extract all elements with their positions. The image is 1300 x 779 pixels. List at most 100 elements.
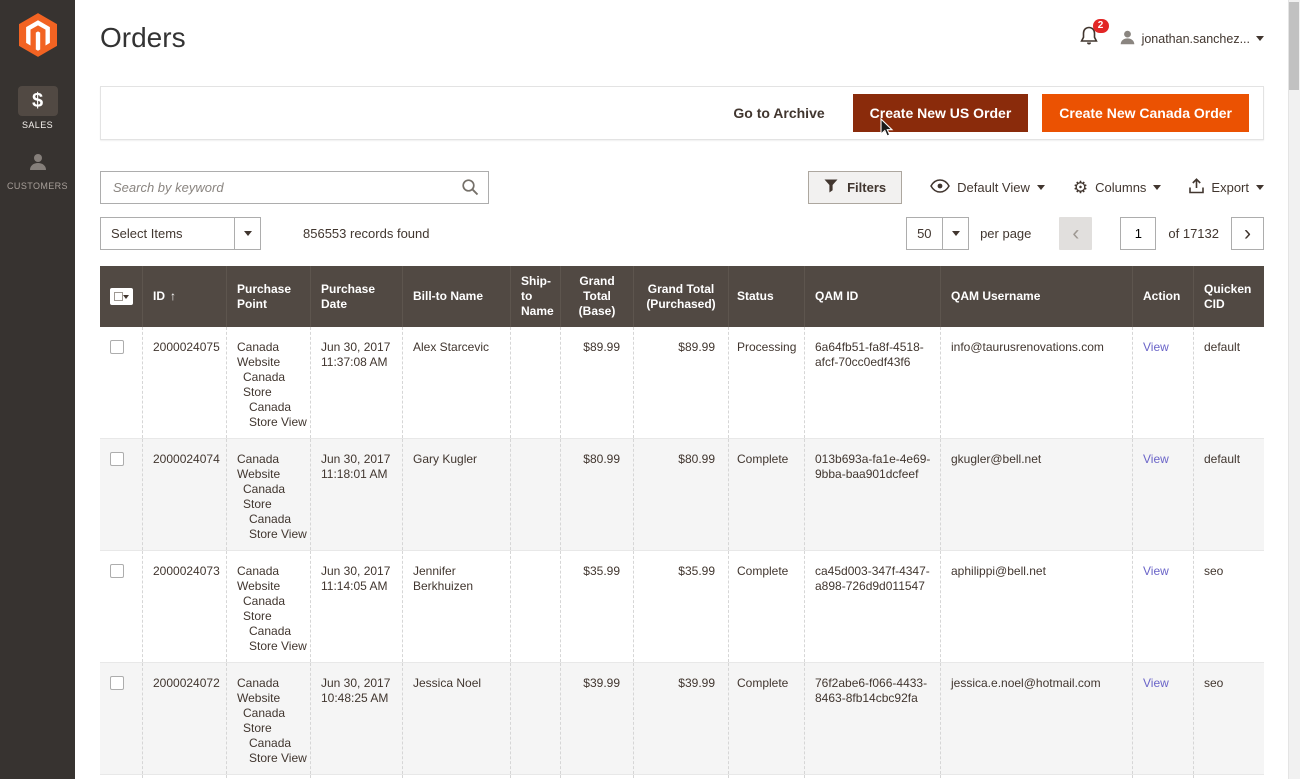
column-header-qam-username[interactable]: QAM Username	[940, 266, 1132, 327]
quicken-cid: seo	[1193, 551, 1260, 662]
bill-to-name: Brandon Ellis-	[402, 775, 510, 779]
pagination: 50 per page ‹ of 17132 ›	[906, 217, 1264, 250]
purchase-point-line: Canada Store View	[249, 400, 308, 430]
columns-control[interactable]: ⚙ Columns	[1073, 179, 1162, 196]
chevron-down-icon	[123, 295, 129, 299]
column-header-action[interactable]: Action	[1132, 266, 1193, 327]
column-header-qam-id[interactable]: QAM ID	[804, 266, 940, 327]
sidebar-item-sales[interactable]: $ SALES	[0, 78, 75, 139]
row-checkbox[interactable]	[110, 452, 124, 466]
grand-total-purchased: $35.99	[633, 551, 728, 662]
select-all-dropdown[interactable]	[110, 288, 133, 305]
view-link[interactable]: View	[1143, 676, 1169, 690]
purchase-point-line: Canada Store	[243, 594, 308, 624]
next-page-button[interactable]: ›	[1231, 217, 1264, 250]
sort-asc-icon: ↑	[170, 289, 176, 304]
column-header-purchase-date[interactable]: Purchase Date	[310, 266, 402, 327]
funnel-icon	[824, 179, 838, 196]
bill-to-name: Gary Kugler	[402, 439, 510, 550]
mass-action-select[interactable]: Select Items	[100, 217, 261, 250]
select-all-checkbox[interactable]	[114, 292, 123, 301]
prev-page-button[interactable]: ‹	[1059, 217, 1092, 250]
purchase-point-line: Canada Website	[237, 564, 308, 594]
order-id: 2000024074	[142, 439, 226, 550]
listing-controls: Select Items 856553 records found 50 per…	[100, 217, 1264, 250]
purchase-date: Jun 30, 2017 11:37:08 AM	[310, 327, 402, 438]
filters-button[interactable]: Filters	[808, 171, 902, 204]
qam-id: 76f2abe6-f066-4433-8463-8fb14cbc92fa	[804, 663, 940, 774]
per-page-select[interactable]: 50	[906, 217, 969, 250]
column-header-id[interactable]: ID ↑	[142, 266, 226, 327]
create-us-order-button[interactable]: Create New US Order	[853, 94, 1029, 132]
page-number-input[interactable]	[1120, 217, 1156, 250]
quicken-cid: default	[1193, 327, 1260, 438]
grand-total-base: $80.99	[560, 439, 633, 550]
sidebar-item-label: SALES	[22, 120, 53, 130]
order-status: Complete	[728, 663, 804, 774]
customers-person-icon	[18, 147, 58, 177]
row-select-cell	[100, 327, 142, 438]
view-switcher[interactable]: Default View	[930, 179, 1045, 196]
export-control[interactable]: Export	[1189, 178, 1264, 197]
go-to-archive-button[interactable]: Go to Archive	[733, 105, 824, 121]
magento-logo[interactable]	[0, 0, 75, 78]
column-header-grand-total-purchased[interactable]: Grand Total (Purchased)	[633, 266, 728, 327]
table-row: 2000024072 Canada WebsiteCanada StoreCan…	[100, 663, 1264, 775]
column-header-grand-total-base[interactable]: Grand Total (Base)	[560, 266, 633, 327]
admin-sidebar: $ SALES CUSTOMERS	[0, 0, 75, 779]
total-pages-label: of 17132	[1168, 226, 1219, 241]
column-header-status[interactable]: Status	[728, 266, 804, 327]
order-id: 2000024071	[142, 775, 226, 779]
row-checkbox[interactable]	[110, 564, 124, 578]
column-header-ship-to[interactable]: Ship-to Name	[510, 266, 560, 327]
row-select-cell	[100, 551, 142, 662]
scrollbar-thumb[interactable]	[1289, 2, 1299, 90]
qam-username: gkugler@bell.net	[940, 439, 1132, 550]
purchase-point: Canada WebsiteCanada StoreCanada Store V…	[226, 663, 310, 774]
purchase-point: Canada WebsiteCanada StoreCanada Store V…	[226, 327, 310, 438]
ship-to-name	[510, 327, 560, 438]
gear-icon: ⚙	[1073, 179, 1088, 196]
qam-username: info@taurusrenovations.com	[940, 327, 1132, 438]
columns-label: Columns	[1095, 180, 1146, 195]
action-cell: View	[1132, 663, 1193, 774]
username-label: jonathan.sanchez...	[1142, 32, 1250, 46]
grid-controls: Filters Default View ⚙ Columns	[100, 171, 1264, 204]
view-link[interactable]: View	[1143, 452, 1169, 466]
orders-grid: ID ↑ Purchase Point Purchase Date Bill-t…	[100, 266, 1264, 779]
grand-total-purchased: $39.99	[633, 663, 728, 774]
purchase-date: Jun 30, 2017 11:18:01 AM	[310, 439, 402, 550]
user-menu[interactable]: jonathan.sanchez...	[1119, 29, 1264, 49]
sales-dollar-icon: $	[18, 86, 58, 116]
chevron-down-icon	[1256, 36, 1264, 41]
column-header-quicken-cid[interactable]: Quicken CID	[1193, 266, 1260, 327]
qam-username: brandon@ellis-hale.com	[940, 775, 1132, 779]
qam-username: aphilippi@bell.net	[940, 551, 1132, 662]
ship-to-name	[510, 775, 560, 779]
sidebar-item-customers[interactable]: CUSTOMERS	[0, 139, 75, 200]
row-checkbox[interactable]	[110, 340, 124, 354]
table-row: 2000024074 Canada WebsiteCanada StoreCan…	[100, 439, 1264, 551]
search-input[interactable]	[100, 171, 489, 204]
search-icon[interactable]	[461, 178, 480, 202]
create-canada-order-button[interactable]: Create New Canada Order	[1042, 94, 1249, 132]
column-header-purchase-point[interactable]: Purchase Point	[226, 266, 310, 327]
view-link[interactable]: View	[1143, 340, 1169, 354]
row-checkbox[interactable]	[110, 676, 124, 690]
magento-logo-icon	[19, 13, 57, 62]
header-actions: 2 jonathan.sanchez...	[1079, 26, 1264, 51]
bill-to-name: Jessica Noel	[402, 663, 510, 774]
bill-to-name: Jennifer Berkhuizen	[402, 551, 510, 662]
column-header-bill-to[interactable]: Bill-to Name	[402, 266, 510, 327]
select-all-cell	[100, 266, 142, 327]
action-cell: View	[1132, 551, 1193, 662]
notifications-button[interactable]: 2	[1079, 26, 1099, 51]
eye-icon	[930, 179, 950, 196]
qam-id: 101ef86d-fe44-421b-	[804, 775, 940, 779]
page-title: Orders	[100, 18, 186, 58]
action-cell: View	[1132, 439, 1193, 550]
chevron-down-icon	[1256, 185, 1264, 190]
quicken-cid: default	[1193, 775, 1260, 779]
order-status: Processing	[728, 327, 804, 438]
view-link[interactable]: View	[1143, 564, 1169, 578]
